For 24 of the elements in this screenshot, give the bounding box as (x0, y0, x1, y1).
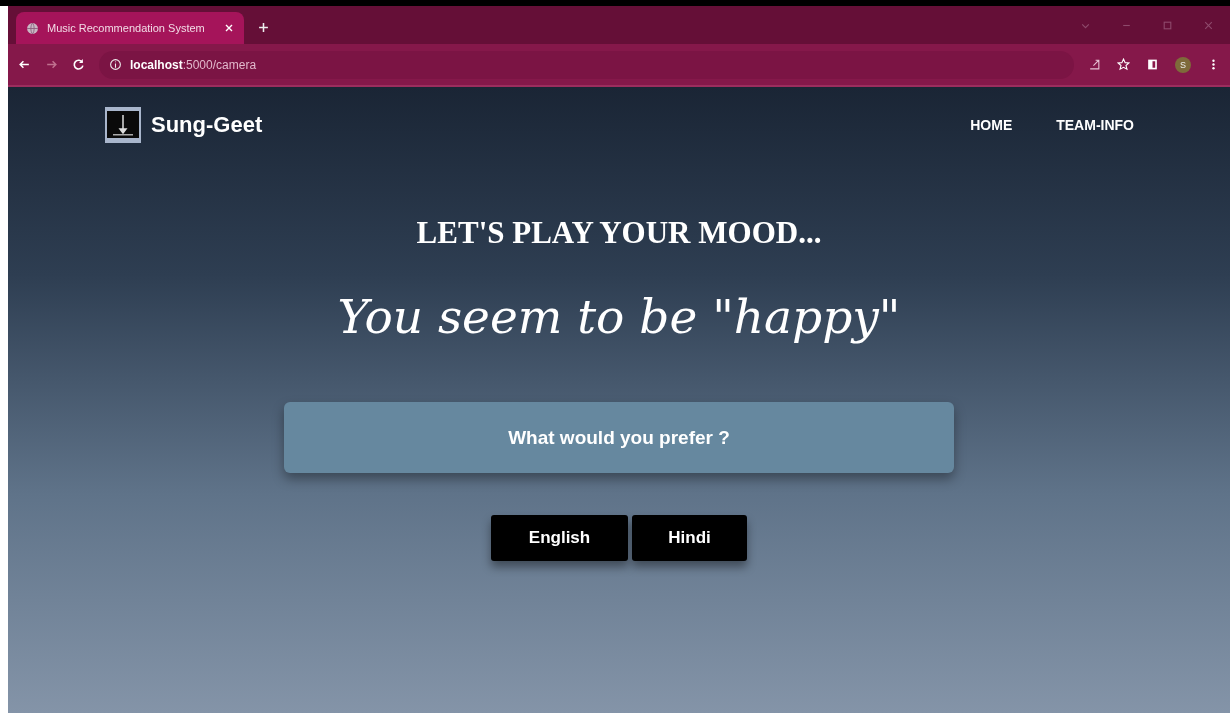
sidebar-icon[interactable] (1146, 58, 1159, 71)
star-icon[interactable] (1117, 58, 1130, 71)
brand-name[interactable]: Sung-Geet (151, 112, 263, 138)
globe-icon (26, 21, 39, 35)
close-icon[interactable] (224, 23, 234, 33)
nav-link[interactable]: TEAM-INFO (1056, 117, 1134, 133)
info-icon (109, 58, 122, 71)
page-heading: LET'S PLAY YOUR MOOD... (416, 215, 822, 251)
forward-icon[interactable] (45, 58, 58, 71)
browser-tab[interactable]: Music Recommendation System (16, 12, 244, 44)
new-tab-icon[interactable] (258, 22, 269, 33)
tab-title: Music Recommendation System (47, 22, 206, 34)
logo-icon (105, 107, 141, 143)
nav-link[interactable]: HOME (970, 117, 1013, 133)
address-bar[interactable]: localhost:5000/camera (99, 50, 1074, 79)
prompt-banner: What would you prefer ? (284, 402, 954, 473)
language-button[interactable]: English (491, 515, 628, 561)
url-text: localhost:5000/camera (130, 57, 257, 72)
reload-icon[interactable] (72, 58, 85, 71)
profile-avatar[interactable]: S (1175, 56, 1191, 73)
mood-text: You seem to be "happy" (337, 289, 901, 344)
back-icon[interactable] (18, 58, 31, 71)
language-button[interactable]: Hindi (632, 515, 747, 561)
share-icon[interactable] (1088, 58, 1101, 71)
